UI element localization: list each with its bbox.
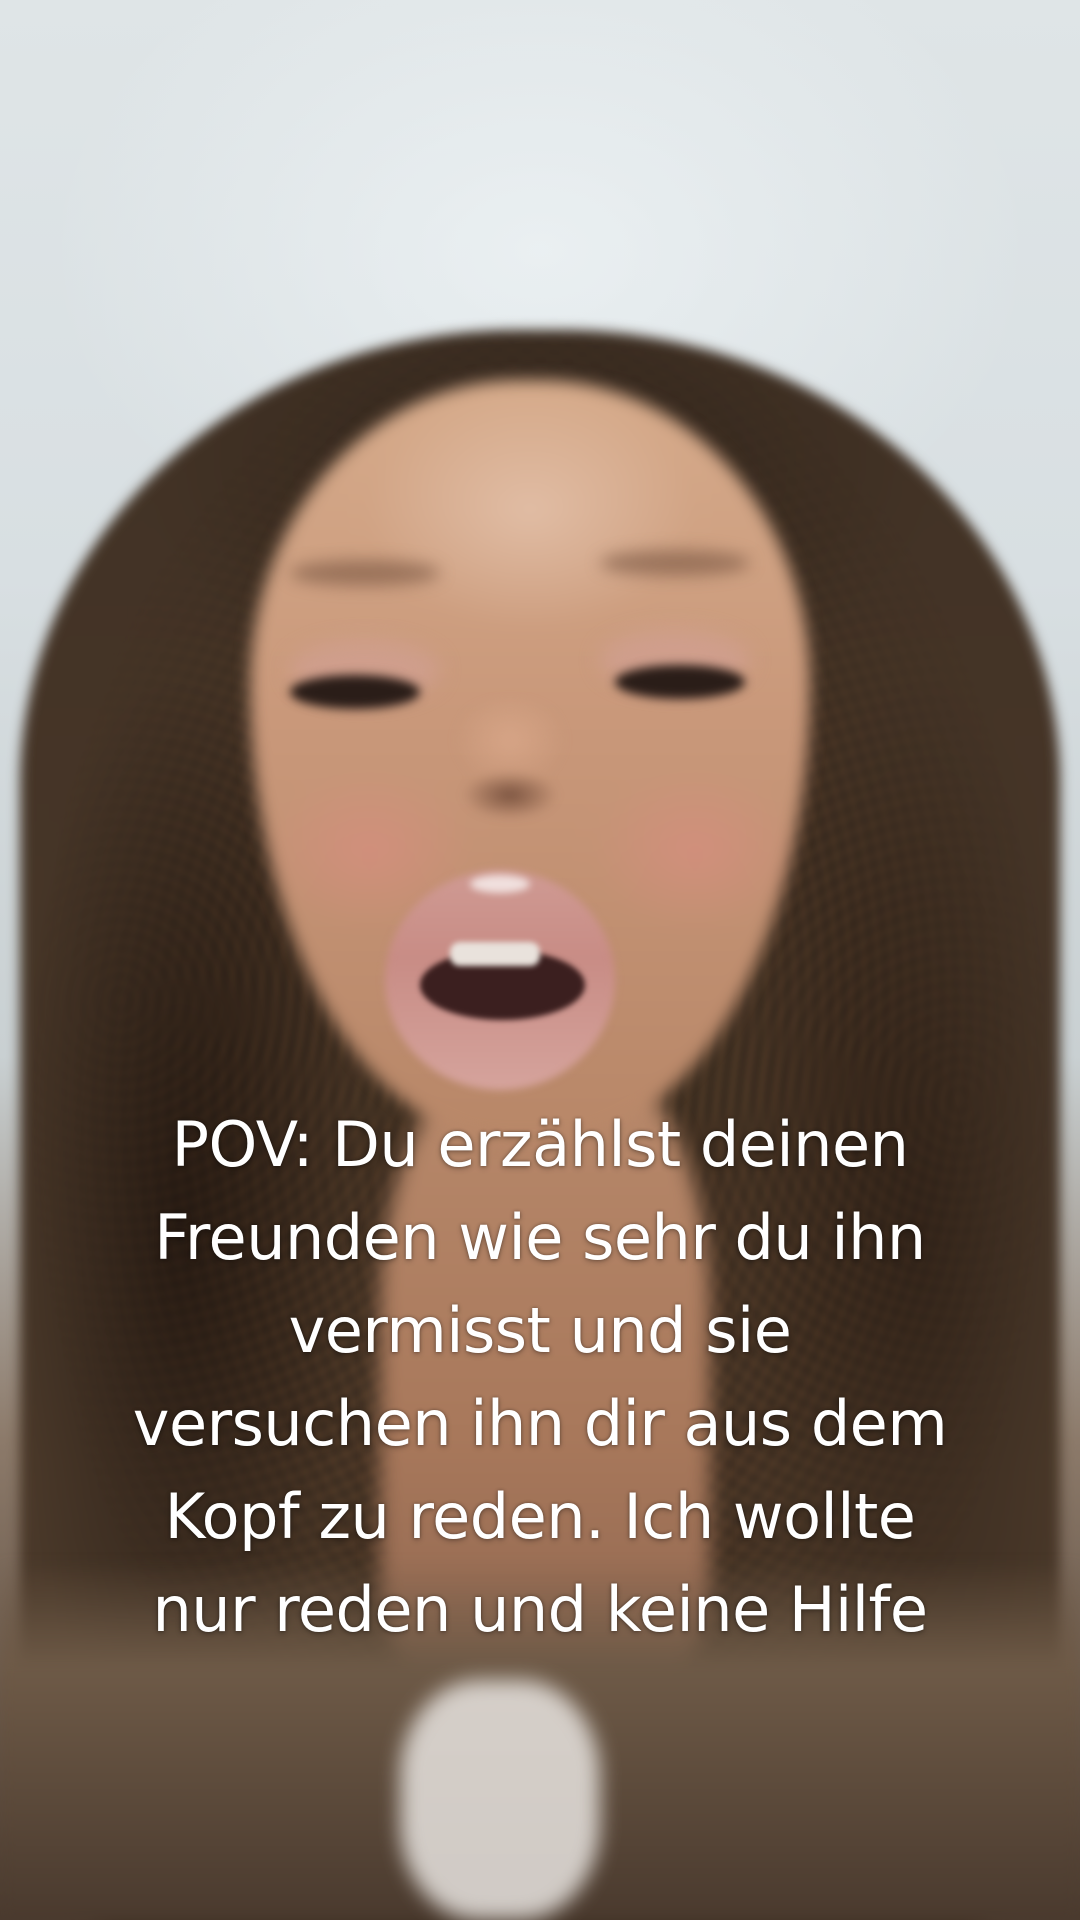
caption-line-6: nur reden und keine Hilfe: [152, 1573, 928, 1646]
right-eyebrow: [600, 550, 750, 576]
caption-line-4: versuchen ihn dir aus dem: [132, 1387, 948, 1460]
right-eye: [615, 665, 745, 699]
nose: [435, 700, 585, 820]
teeth: [450, 942, 540, 966]
shirt-collar: [400, 1680, 600, 1920]
lip-highlight: [470, 875, 530, 893]
video-caption: POV: Du erzählst deinen Freunden wie seh…: [70, 1098, 1010, 1656]
caption-line-1: POV: Du erzählst deinen: [171, 1108, 909, 1181]
left-eyebrow: [290, 560, 440, 586]
caption-line-2: Freunden wie sehr du ihn: [154, 1201, 926, 1274]
left-eye: [290, 675, 420, 709]
caption-line-3: vermisst und sie: [288, 1294, 792, 1367]
caption-line-5: Kopf zu reden. Ich wollte: [164, 1480, 916, 1553]
video-frame[interactable]: POV: Du erzählst deinen Freunden wie seh…: [0, 0, 1080, 1920]
